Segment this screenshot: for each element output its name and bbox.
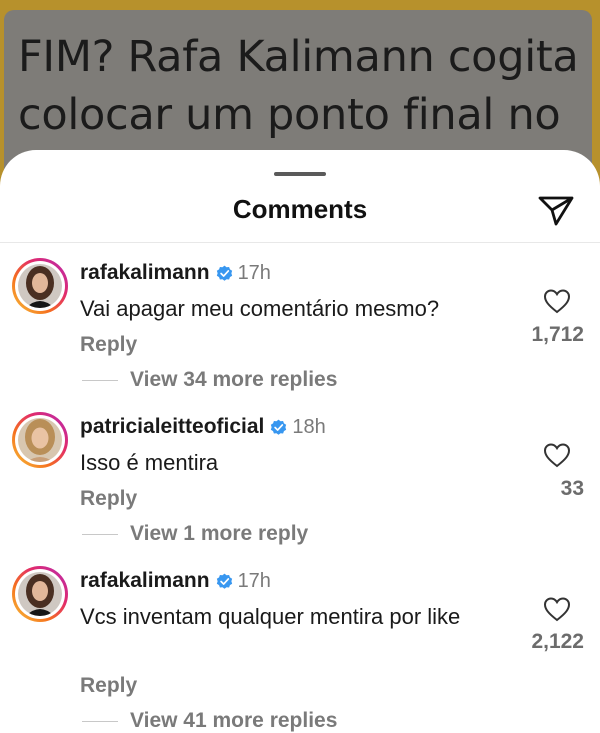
like-count: 1,712 xyxy=(531,323,584,346)
comment-username[interactable]: patricialeitteoficial xyxy=(80,415,264,439)
send-paper-plane-icon xyxy=(538,196,574,226)
comment-timestamp: 17h xyxy=(237,261,271,284)
avatar[interactable] xyxy=(12,258,68,314)
avatar-photo xyxy=(18,418,62,462)
comment-text: Isso é mentira xyxy=(80,450,219,475)
heart-icon[interactable] xyxy=(543,596,571,622)
replies-divider-line xyxy=(82,720,118,722)
avatar[interactable] xyxy=(12,412,68,468)
comment-timestamp: 17h xyxy=(237,569,271,592)
view-more-replies[interactable]: View 1 more reply xyxy=(82,522,308,546)
avatar-photo xyxy=(18,572,62,616)
reply-button[interactable]: Reply xyxy=(80,333,137,357)
comment-text: Vcs inventam qualquer mentira por like xyxy=(80,604,461,629)
verified-badge-icon xyxy=(271,419,287,435)
sheet-grabber-handle[interactable] xyxy=(274,172,326,176)
replies-divider-line xyxy=(82,379,118,381)
share-button[interactable] xyxy=(536,192,576,228)
view-replies-label: View 34 more replies xyxy=(130,368,338,391)
comment-text: Vai apagar meu comentário mesmo? xyxy=(80,296,440,321)
like-count: 2,122 xyxy=(531,630,584,653)
heart-icon[interactable] xyxy=(543,442,571,468)
view-more-replies[interactable]: View 34 more replies xyxy=(82,368,337,392)
view-more-replies[interactable]: View 41 more replies xyxy=(82,709,337,733)
comment-username[interactable]: rafakalimann xyxy=(80,569,210,593)
sheet-divider xyxy=(0,242,600,243)
comment-timestamp: 18h xyxy=(292,415,326,438)
avatar-photo xyxy=(18,264,62,308)
verified-badge-icon xyxy=(216,573,232,589)
avatar[interactable] xyxy=(12,566,68,622)
comments-sheet: Comments rafakalimann 17h Vai apagar meu… xyxy=(0,150,600,732)
replies-divider-line xyxy=(82,533,118,535)
view-replies-label: View 1 more reply xyxy=(130,522,309,545)
comment-username[interactable]: rafakalimann xyxy=(80,261,210,285)
sheet-title: Comments xyxy=(232,194,368,224)
heart-icon[interactable] xyxy=(543,288,571,314)
view-replies-label: View 41 more replies xyxy=(130,709,338,732)
reply-button[interactable]: Reply xyxy=(80,487,137,511)
reply-button[interactable]: Reply xyxy=(80,674,137,698)
like-count: 33 xyxy=(560,477,584,500)
verified-badge-icon xyxy=(216,265,232,281)
